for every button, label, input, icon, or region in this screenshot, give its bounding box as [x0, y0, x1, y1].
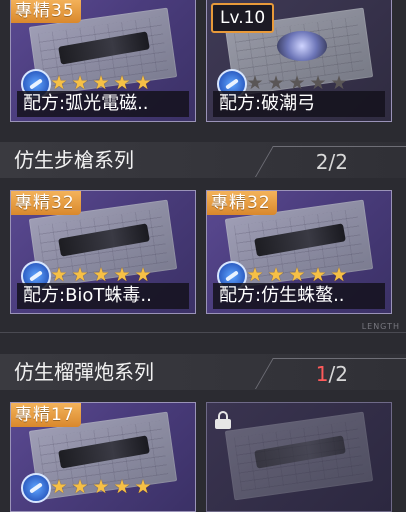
star-icon: ★	[113, 264, 131, 286]
star-icon: ★	[92, 72, 110, 94]
star-icon: ★	[267, 264, 285, 286]
star-icon: ★	[92, 264, 110, 286]
star-icon: ★	[330, 72, 348, 94]
star-rating: ★ ★ ★ ★ ★	[49, 265, 153, 285]
lock-icon	[215, 411, 231, 429]
count-current: 2	[315, 150, 329, 174]
star-icon: ★	[50, 72, 68, 94]
star-icon: ★	[134, 264, 152, 286]
length-mark: LENGTH	[361, 322, 400, 331]
expertise-badge: 專精32	[11, 191, 81, 215]
star-icon: ★	[134, 72, 152, 94]
recipe-type-icon	[21, 473, 51, 503]
star-rating: ★ ★ ★ ★ ★	[245, 73, 349, 93]
star-icon: ★	[71, 72, 89, 94]
star-icon: ★	[50, 476, 68, 498]
star-icon: ★	[134, 476, 152, 498]
star-icon: ★	[113, 476, 131, 498]
recipe-name: 配方:BioT蛛毒..	[17, 283, 189, 309]
series-header-grenade: 仿生榴彈炮系列 1/2	[0, 354, 406, 390]
star-rating: ★ ★ ★ ★ ★	[49, 477, 153, 497]
recipe-card-1[interactable]: 專精35 ★ ★ ★ ★ ★ 配方:弧光電磁..	[10, 0, 196, 122]
star-icon: ★	[330, 264, 348, 286]
series-title: 仿生步槍系列	[14, 148, 134, 172]
recipe-name: 配方:破潮弓	[213, 91, 385, 117]
series-count: 1/2	[316, 360, 348, 388]
level-badge: Lv.10	[211, 3, 275, 33]
star-icon: ★	[309, 72, 327, 94]
weapon-image	[277, 31, 327, 61]
star-icon: ★	[309, 264, 327, 286]
series-title: 仿生榴彈炮系列	[14, 360, 154, 384]
recipe-name: 配方:弧光電磁..	[17, 91, 189, 117]
star-icon: ★	[288, 72, 306, 94]
recipe-card-2[interactable]: Lv.10 ★ ★ ★ ★ ★ 配方:破潮弓	[206, 0, 392, 122]
star-icon: ★	[267, 72, 285, 94]
count-total: 2	[335, 362, 348, 386]
lock-body	[215, 419, 231, 429]
star-icon: ★	[246, 264, 264, 286]
star-icon: ★	[113, 72, 131, 94]
recipe-card-locked[interactable]	[206, 402, 392, 512]
count-current: 1	[315, 362, 329, 386]
series-count: 2/2	[316, 148, 348, 176]
recipe-card-5[interactable]: 專精17 ★ ★ ★ ★ ★	[10, 402, 196, 512]
recipe-card-4[interactable]: 專精32 ★ ★ ★ ★ ★ 配方:仿生蛛螯..	[206, 190, 392, 314]
expertise-badge: 專精32	[207, 191, 277, 215]
star-icon: ★	[246, 72, 264, 94]
star-icon: ★	[71, 264, 89, 286]
count-total: 2	[335, 150, 348, 174]
star-icon: ★	[71, 476, 89, 498]
series-header-rifle: 仿生步槍系列 2/2	[0, 142, 406, 178]
recipe-card-3[interactable]: 專精32 ★ ★ ★ ★ ★ 配方:BioT蛛毒..	[10, 190, 196, 314]
section-divider	[0, 332, 406, 333]
star-icon: ★	[288, 264, 306, 286]
expertise-badge: 專精17	[11, 403, 81, 427]
star-icon: ★	[50, 264, 68, 286]
star-icon: ★	[92, 476, 110, 498]
star-rating: ★ ★ ★ ★ ★	[245, 265, 349, 285]
expertise-badge: 專精35	[11, 0, 81, 23]
star-rating: ★ ★ ★ ★ ★	[49, 73, 153, 93]
recipe-name: 配方:仿生蛛螯..	[213, 283, 385, 309]
